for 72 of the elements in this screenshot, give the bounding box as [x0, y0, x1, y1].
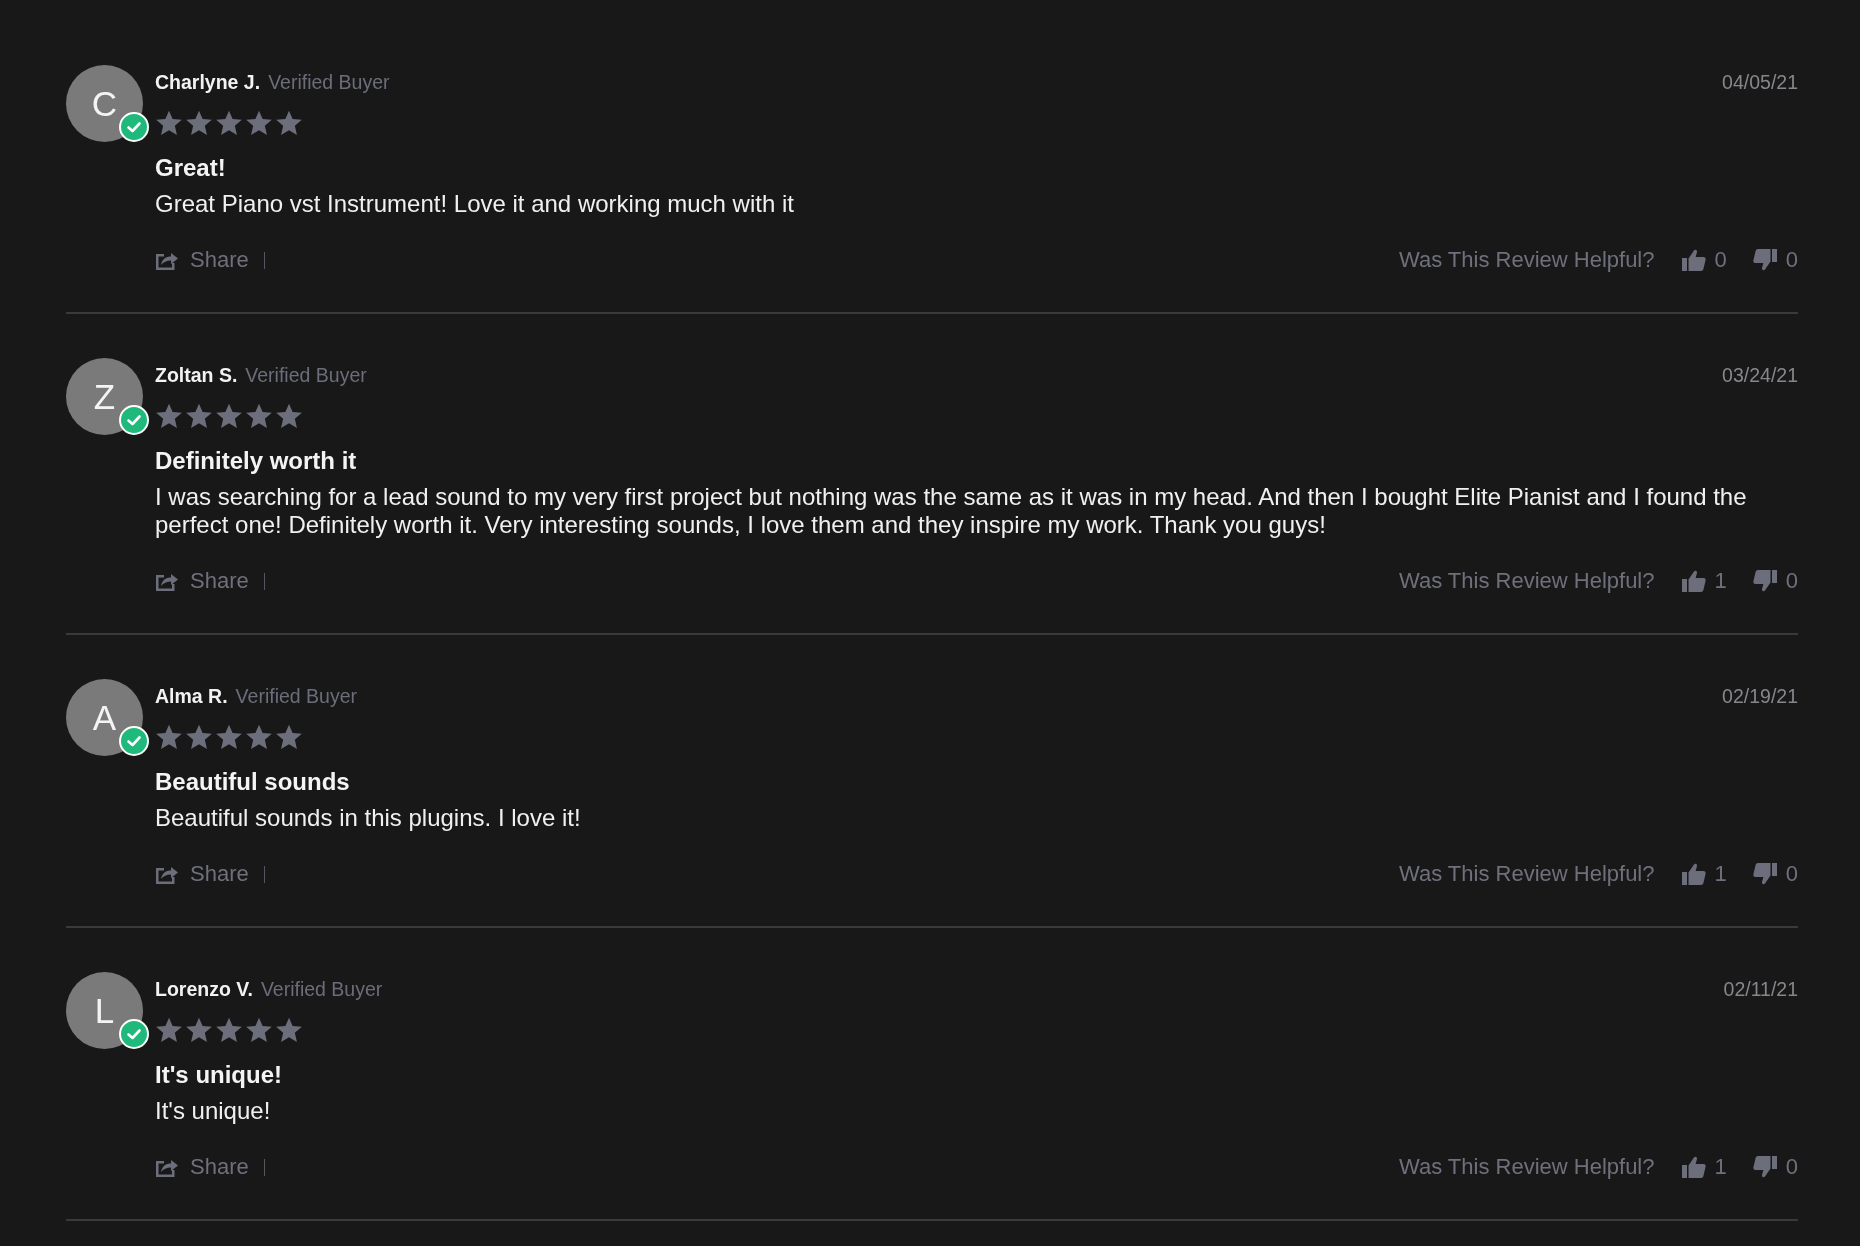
helpful-prompt: Was This Review Helpful?: [1398, 567, 1655, 595]
thumbs-down-button[interactable]: 0: [1752, 1153, 1798, 1181]
review-title: Beautiful sounds: [155, 769, 351, 795]
star-icon: [215, 1016, 243, 1044]
avatar: C: [66, 65, 143, 142]
thumbs-down-icon: [1752, 1156, 1777, 1178]
star-icon: [155, 402, 183, 430]
reviewer-name: Lorenzo V.: [155, 978, 253, 1000]
avatar: A: [66, 679, 143, 756]
share-button[interactable]: Share: [155, 567, 249, 595]
star-icon: [155, 1016, 183, 1044]
avatar: Z: [66, 358, 143, 435]
reviewer-name: Alma R.: [155, 685, 228, 707]
thumbs-down-icon: [1752, 570, 1777, 592]
reviewer-name: Charlyne J.: [155, 71, 261, 93]
helpful-prompt: Was This Review Helpful?: [1398, 1153, 1655, 1181]
star-icon: [245, 402, 273, 430]
thumbs-down-button[interactable]: 0: [1752, 567, 1798, 595]
review-text: Great Piano vst Instrument! Love it and working much with it: [155, 190, 795, 218]
star-icon: [185, 723, 213, 751]
star-icon: [275, 402, 303, 430]
star-icon: [245, 1016, 273, 1044]
review-date: 02/19/21: [1722, 685, 1798, 707]
share-icon: [155, 1157, 179, 1177]
thumbs-up-button[interactable]: 1: [1681, 567, 1727, 595]
helpful-prompt: Was This Review Helpful?: [1398, 246, 1655, 274]
reviewer-name: Zoltan S.: [155, 364, 238, 386]
star-icon: [155, 109, 183, 137]
star-icon: [215, 402, 243, 430]
thumbs-down-icon: [1752, 863, 1777, 885]
star-icon: [275, 1016, 303, 1044]
review-date: 03/24/21: [1722, 364, 1798, 386]
thumbs-up-icon: [1681, 570, 1706, 592]
review-date: 04/05/21: [1722, 71, 1798, 93]
review-title: It's unique!: [155, 1062, 284, 1088]
thumbs-up-button[interactable]: 0: [1681, 246, 1727, 274]
thumbs-down-icon: [1752, 249, 1777, 271]
verified-buyer-label: Verified Buyer: [235, 685, 357, 707]
review-date: 02/11/21: [1723, 978, 1798, 1000]
star-icon: [215, 109, 243, 137]
avatar: L: [66, 972, 143, 1049]
helpful-prompt: Was This Review Helpful?: [1398, 860, 1655, 888]
verified-buyer-label: Verified Buyer: [268, 71, 390, 93]
star-icon: [275, 723, 303, 751]
share-icon: [155, 250, 179, 270]
star-icon: [245, 109, 273, 137]
review-title: Definitely worth it: [155, 448, 358, 474]
star-icon: [185, 109, 213, 137]
star-icon: [155, 723, 183, 751]
share-icon: [155, 571, 179, 591]
star-icon: [215, 723, 243, 751]
thumbs-up-icon: [1681, 1156, 1706, 1178]
review-text: It's unique!: [155, 1097, 272, 1125]
share-button[interactable]: Share: [155, 860, 249, 888]
star-icon: [245, 723, 273, 751]
thumbs-up-icon: [1681, 863, 1706, 885]
review-text: Beautiful sounds in this plugins. I love it!: [155, 804, 582, 832]
review-text: I was searching for a lead sound to my very first project but nothing was the same as it was in my head. And then I bought Elite Pianist and I found the perfect one! Definitely worth it. Very interesting sounds, I love them and they inspire my work. Thank you guys!: [155, 483, 1748, 539]
verified-buyer-label: Verified Buyer: [245, 364, 367, 386]
thumbs-up-button[interactable]: 1: [1681, 1153, 1727, 1181]
verified-buyer-label: Verified Buyer: [260, 978, 383, 1000]
thumbs-down-button[interactable]: 0: [1752, 246, 1798, 274]
star-icon: [185, 402, 213, 430]
share-button[interactable]: Share: [155, 246, 249, 274]
star-icon: [185, 1016, 213, 1044]
thumbs-up-button[interactable]: 1: [1681, 860, 1727, 888]
share-button[interactable]: Share: [155, 1153, 249, 1181]
share-icon: [155, 864, 179, 884]
review-title: Great!: [155, 155, 227, 181]
star-icon: [275, 109, 303, 137]
thumbs-down-button[interactable]: 0: [1752, 860, 1798, 888]
thumbs-up-icon: [1681, 249, 1706, 271]
